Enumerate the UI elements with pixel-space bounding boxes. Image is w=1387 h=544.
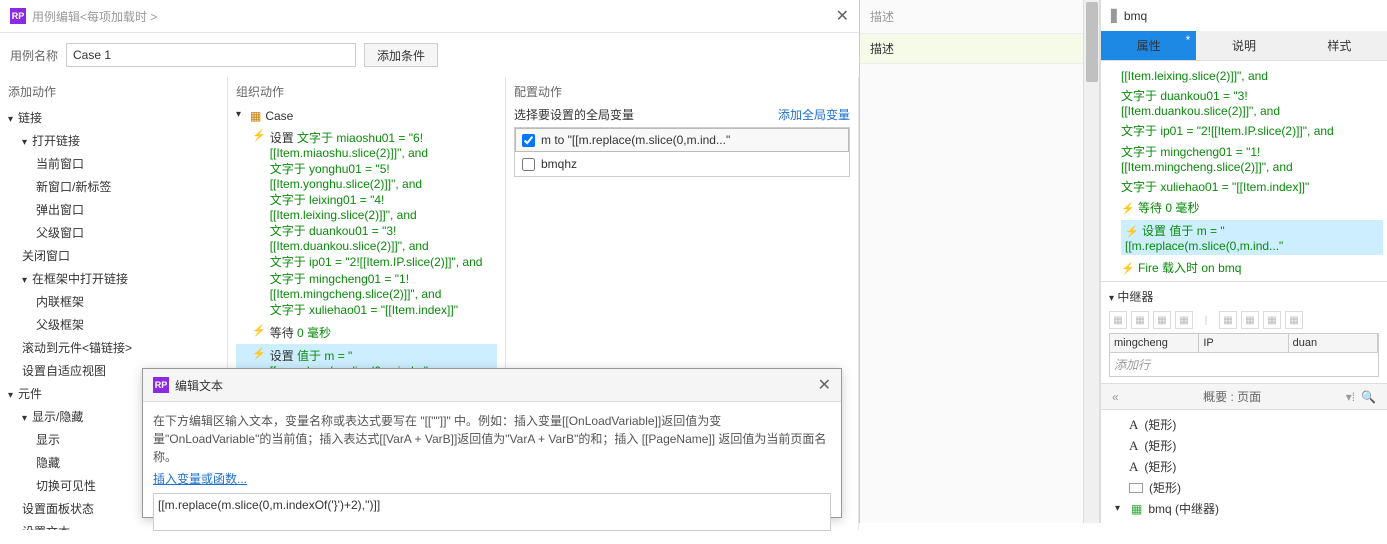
- tree-line[interactable]: 文字于 xuliehao01 = "[[Item.index]]": [1121, 176, 1383, 197]
- overview-title: 概要 : 页面: [1122, 388, 1343, 405]
- tree-open-link[interactable]: ▾打开链接: [8, 129, 219, 152]
- relay-add-row[interactable]: 添加行: [1109, 353, 1379, 377]
- tree-wait[interactable]: ⚡ 等待 0 毫秒: [1121, 197, 1383, 218]
- tab-style[interactable]: 样式: [1292, 31, 1387, 60]
- toolbar-icon[interactable]: ▦: [1131, 311, 1149, 329]
- close-icon[interactable]: ✕: [836, 6, 849, 26]
- rp-icon: RP: [10, 8, 26, 24]
- edit-text-dialog: RP 编辑文本 ✕ 在下方编辑区输入文本，变量名称或表达式要写在 "[[""]]…: [142, 368, 842, 518]
- col-duan[interactable]: duan: [1289, 334, 1378, 352]
- inspector-tabs: 属性* 说明 样式: [1101, 31, 1387, 61]
- scrollbar[interactable]: [1083, 0, 1099, 523]
- col-mingcheng[interactable]: mingcheng: [1110, 334, 1199, 352]
- tree-set-m-selected[interactable]: ⚡ 设置 值于 m = "[[m.replace(m.slice(0,m.ind…: [1121, 220, 1383, 255]
- overview-item-rect[interactable]: A(矩形): [1109, 435, 1379, 456]
- search-icon[interactable]: 🔍: [1361, 390, 1376, 404]
- tree-inline-frame[interactable]: 内联框架: [8, 290, 219, 313]
- overview-item-rect[interactable]: A(矩形): [1109, 414, 1379, 435]
- toolbar-icon[interactable]: ▦: [1285, 311, 1303, 329]
- action-set-text[interactable]: ⚡ 设置 文字于 miaoshu01 = "6![[Item.miaoshu.s…: [236, 126, 497, 321]
- overview-head: « 概要 : 页面 ▾⁞ 🔍: [1101, 384, 1387, 410]
- action-wait[interactable]: ⚡ 等待 0 毫秒: [236, 321, 497, 344]
- add-action-title: 添加动作: [8, 83, 219, 100]
- overview-section: « 概要 : 页面 ▾⁞ 🔍 A(矩形) A(矩形) A(矩形) (矩形) ▾▦…: [1101, 383, 1387, 523]
- case-name-label: 用例名称: [10, 47, 58, 64]
- inspector-tree: [[Item.leixing.slice(2)]]", and 文字于 duan…: [1101, 61, 1387, 281]
- toolbar-icon[interactable]: ▦: [1241, 311, 1259, 329]
- editor-title: 编辑文本: [175, 377, 223, 394]
- tree-parent-frame[interactable]: 父级框架: [8, 313, 219, 336]
- add-global-var-link[interactable]: 添加全局变量: [778, 106, 850, 123]
- var-row-m[interactable]: m to "[[m.replace(m.slice(0,m.ind...": [515, 128, 849, 152]
- tree-new-window[interactable]: 新窗口/新标签: [8, 175, 219, 198]
- overview-item-bmq[interactable]: ▾▦bmq (中继器): [1109, 498, 1379, 519]
- tree-line[interactable]: [[Item.leixing.slice(2)]]", and: [1121, 67, 1383, 85]
- case-name-input[interactable]: [66, 43, 356, 67]
- toolbar-icon[interactable]: ▦: [1153, 311, 1171, 329]
- editor-textarea[interactable]: [153, 493, 831, 531]
- tree-link[interactable]: ▾链接: [8, 106, 219, 129]
- tree-current-window[interactable]: 当前窗口: [8, 152, 219, 175]
- collapse-icon[interactable]: «: [1112, 390, 1119, 404]
- bolt-icon: ⚡: [252, 324, 266, 337]
- tree-fire[interactable]: ⚡ Fire 载入时 on bmq: [1121, 257, 1383, 278]
- var-row-bmqhz[interactable]: bmqhz: [515, 152, 849, 176]
- tree-line[interactable]: 文字于 ip01 = "2![[Item.IP.slice(2)]]", and: [1121, 120, 1383, 141]
- var-m-label: m to "[[m.replace(m.slice(0,m.ind...": [541, 133, 730, 147]
- add-condition-button[interactable]: 添加条件: [364, 43, 438, 67]
- tree-close-window[interactable]: 关闭窗口: [8, 244, 219, 267]
- bolt-icon: ⚡: [252, 129, 266, 142]
- toolbar-icon[interactable]: ▦: [1263, 311, 1281, 329]
- tab-notes[interactable]: 说明: [1196, 31, 1291, 60]
- config-action-title: 配置动作: [514, 83, 850, 100]
- tree-scroll-anchor[interactable]: 滚动到元件<锚链接>: [8, 336, 219, 359]
- col-ip[interactable]: IP: [1199, 334, 1288, 352]
- rp-icon: RP: [153, 377, 169, 393]
- tree-line[interactable]: 文字于 mingcheng01 = "1![[Item.mingcheng.sl…: [1121, 141, 1383, 176]
- select-var-label: 选择要设置的全局变量: [514, 106, 634, 123]
- inspector-panel: ▋ bmq 属性* 说明 样式 [[Item.leixing.slice(2)]…: [1100, 0, 1387, 523]
- dialog-title: 用例编辑<每项加载时 >: [32, 8, 157, 25]
- toolbar-icon[interactable]: ▦: [1175, 311, 1193, 329]
- overview-item-rect[interactable]: (矩形): [1109, 477, 1379, 498]
- case-name-row: 用例名称 添加条件: [0, 33, 859, 77]
- toolbar-icon[interactable]: ▦: [1109, 311, 1127, 329]
- tree-line[interactable]: 文字于 duankou01 = "3![[Item.duankou.slice(…: [1121, 85, 1383, 120]
- bolt-icon: ⚡: [252, 347, 266, 360]
- filter-icon[interactable]: ▾⁞: [1346, 390, 1355, 404]
- dialog-header: RP 用例编辑<每项加载时 > ✕: [0, 0, 859, 33]
- relay-toolbar: ▦▦▦▦ | ▦▦▦▦: [1109, 311, 1379, 329]
- desc-header: 描述: [860, 0, 1099, 34]
- relay-head[interactable]: ▾ 中继器: [1109, 288, 1379, 305]
- close-icon[interactable]: ✕: [818, 375, 831, 395]
- tree-popup[interactable]: 弹出窗口: [8, 198, 219, 221]
- tab-props[interactable]: 属性*: [1101, 31, 1196, 60]
- editor-hint: 在下方编辑区输入文本，变量名称或表达式要写在 "[[""]]" 中。例如：插入变…: [153, 412, 831, 466]
- toolbar-icon[interactable]: ▦: [1219, 311, 1237, 329]
- relay-section: ▾ 中继器 ▦▦▦▦ | ▦▦▦▦ mingcheng IP duan 添加行: [1101, 281, 1387, 383]
- tree-parent-window[interactable]: 父级窗口: [8, 221, 219, 244]
- case-node[interactable]: ▾▦ Case: [236, 106, 497, 126]
- desc-row[interactable]: 描述: [860, 34, 1099, 64]
- overview-item-rect[interactable]: A(矩形): [1109, 456, 1379, 477]
- relay-table-head: mingcheng IP duan: [1109, 333, 1379, 353]
- insert-var-link[interactable]: 插入变量或函数...: [153, 470, 247, 487]
- var-bmqhz-label: bmqhz: [541, 157, 577, 171]
- editor-header: RP 编辑文本 ✕: [143, 369, 841, 402]
- description-pane: 描述 描述: [860, 0, 1100, 523]
- var-bmqhz-checkbox[interactable]: [522, 158, 535, 171]
- tree-open-in-frame[interactable]: ▾在框架中打开链接: [8, 267, 219, 290]
- widget-name[interactable]: ▋ bmq: [1101, 0, 1387, 31]
- var-m-checkbox[interactable]: [522, 134, 535, 147]
- organize-action-title: 组织动作: [236, 83, 497, 100]
